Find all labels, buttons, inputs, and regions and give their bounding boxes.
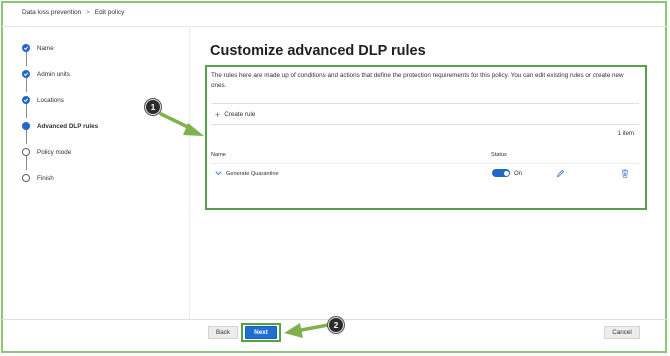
breadcrumb: Data loss prevention > Edit policy <box>22 9 124 16</box>
create-rule-button[interactable]: + Create rule <box>215 109 256 120</box>
pencil-icon[interactable] <box>556 169 565 178</box>
step-advanced-dlp-rules[interactable]: Advanced DLP rules <box>22 122 142 130</box>
checkmark-icon <box>22 44 30 52</box>
header-divider <box>2 26 668 27</box>
breadcrumb-separator: > <box>86 9 90 16</box>
item-count: 1 item <box>617 131 634 137</box>
divider <box>211 163 639 164</box>
create-rule-label: Create rule <box>224 111 256 118</box>
current-step-icon <box>22 122 30 130</box>
step-label: Advanced DLP rules <box>37 122 99 130</box>
step-finish: Finish <box>22 174 142 182</box>
step-label: Finish <box>37 174 54 182</box>
table-row[interactable]: Generate Quarantine On <box>211 167 639 181</box>
pending-step-icon <box>22 174 30 182</box>
step-admin-units[interactable]: Admin units <box>22 70 142 78</box>
status-toggle[interactable] <box>492 169 510 177</box>
pending-step-icon <box>22 148 30 156</box>
rule-name: Generate Quarantine <box>226 171 279 177</box>
cancel-button[interactable]: Cancel <box>604 326 640 339</box>
callout-arrow-icon <box>284 323 330 338</box>
breadcrumb-item-dlp[interactable]: Data loss prevention <box>22 9 81 16</box>
plus-icon: + <box>215 109 221 120</box>
checkmark-icon <box>22 96 30 104</box>
step-locations[interactable]: Locations <box>22 96 142 104</box>
toggle-knob <box>503 170 509 176</box>
step-label: Policy mode <box>37 148 72 156</box>
chevron-down-icon[interactable] <box>215 170 222 176</box>
step-name[interactable]: Name <box>22 44 142 52</box>
breadcrumb-item-edit-policy: Edit policy <box>94 9 125 16</box>
step-policy-mode: Policy mode <box>22 148 142 156</box>
trash-icon[interactable] <box>621 169 629 178</box>
checkmark-icon <box>22 70 30 78</box>
description-text: The rules here are made up of conditions… <box>211 72 624 89</box>
page-title: Customize advanced DLP rules <box>210 43 426 59</box>
callout-badge-2: 2 <box>328 317 344 333</box>
callout-arrow-icon <box>159 112 204 136</box>
divider <box>211 124 639 125</box>
column-header-name[interactable]: Name <box>211 152 226 158</box>
step-label: Locations <box>37 96 64 104</box>
step-label: Name <box>37 44 54 52</box>
next-button[interactable]: Next <box>245 326 277 339</box>
status-text: On <box>514 170 523 177</box>
back-button[interactable]: Back <box>208 326 238 339</box>
rules-panel: The rules here are made up of conditions… <box>205 65 647 210</box>
step-label: Admin units <box>37 70 70 78</box>
sidebar-divider <box>189 27 190 319</box>
column-header-status[interactable]: Status <box>491 152 507 158</box>
divider <box>211 103 639 104</box>
